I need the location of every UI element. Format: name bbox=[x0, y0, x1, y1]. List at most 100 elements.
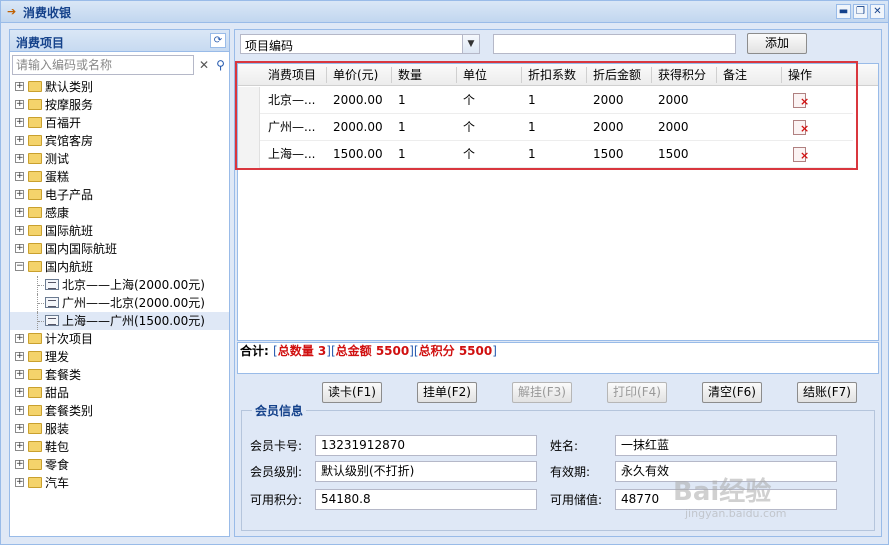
expand-icon[interactable]: + bbox=[15, 244, 24, 253]
tree-node[interactable]: + 感康 bbox=[10, 204, 229, 222]
expand-icon[interactable]: + bbox=[15, 478, 24, 487]
expand-icon[interactable]: + bbox=[15, 172, 24, 181]
collapse-icon[interactable]: − bbox=[15, 262, 24, 271]
expand-icon[interactable]: + bbox=[15, 442, 24, 451]
name-field[interactable]: 一抹红蓝 bbox=[615, 435, 837, 456]
tree-node[interactable]: + 套餐类别 bbox=[10, 402, 229, 420]
tree-node[interactable]: + 国内国际航班 bbox=[10, 240, 229, 258]
tree-node[interactable]: + 甜品 bbox=[10, 384, 229, 402]
tree-leaf[interactable]: 广州——北京(2000.00元) bbox=[10, 294, 229, 312]
tree-node-label: 服装 bbox=[45, 422, 70, 436]
folder-icon bbox=[28, 99, 42, 110]
tree-node[interactable]: + 默认类别 bbox=[10, 78, 229, 96]
chevron-down-icon[interactable]: ▼ bbox=[462, 35, 479, 53]
item-icon bbox=[45, 297, 59, 308]
expand-icon[interactable]: + bbox=[15, 226, 24, 235]
print-button[interactable]: 打印(F4) bbox=[607, 382, 667, 403]
refresh-icon[interactable]: ⟳ bbox=[210, 33, 226, 48]
search-icon[interactable]: ⚲ bbox=[213, 57, 228, 73]
panel-header: 消费项目 ⟳ bbox=[10, 30, 229, 52]
card-number-field[interactable]: 13231912870 bbox=[315, 435, 537, 456]
item-search-input[interactable]: 请输入编码或名称 bbox=[12, 55, 194, 75]
item-code-input[interactable] bbox=[493, 34, 736, 54]
read-card-button[interactable]: 读卡(F1) bbox=[322, 382, 382, 403]
expand-icon[interactable]: + bbox=[15, 352, 24, 361]
item-icon bbox=[45, 279, 59, 290]
watermark-sub: jingyan.baidu.com bbox=[685, 507, 787, 520]
tree-node[interactable]: + 汽车 bbox=[10, 474, 229, 492]
expand-icon[interactable]: + bbox=[15, 460, 24, 469]
tree-node[interactable]: − 国内航班 bbox=[10, 258, 229, 276]
baidu-watermark: Bai经验 jingyan.baidu.com bbox=[673, 471, 833, 521]
minimize-button[interactable]: ▬ bbox=[836, 4, 851, 19]
tree-node-label: 甜品 bbox=[45, 386, 70, 400]
expand-icon[interactable]: + bbox=[15, 208, 24, 217]
tree-leaf-label: 广州——北京(2000.00元) bbox=[62, 296, 205, 310]
tree-node[interactable]: + 套餐类 bbox=[10, 366, 229, 384]
cart-grid: 消费项目 单价(元) 数量 单位 折扣系数 折后金额 获得积分 备注 操作 北京—... 2000… bbox=[235, 61, 879, 341]
summary-bar: 合计: [总数量 3][总金额 5500][总积分 5500] bbox=[237, 342, 879, 374]
expand-icon[interactable]: + bbox=[15, 334, 24, 343]
tree-node[interactable]: + 宾馆客房 bbox=[10, 132, 229, 150]
tree-node-label: 蛋糕 bbox=[45, 170, 70, 184]
expand-icon[interactable]: + bbox=[15, 154, 24, 163]
watermark-text: Bai经验 bbox=[673, 477, 772, 507]
tree-node[interactable]: + 国际航班 bbox=[10, 222, 229, 240]
folder-icon bbox=[28, 135, 42, 146]
folder-icon bbox=[28, 441, 42, 452]
checkout-button[interactable]: 结账(F7) bbox=[797, 382, 857, 403]
tree-node-label: 宾馆客房 bbox=[45, 134, 94, 148]
tree-node[interactable]: + 计次项目 bbox=[10, 330, 229, 348]
folder-icon bbox=[28, 207, 42, 218]
clear-button[interactable]: 清空(F6) bbox=[702, 382, 762, 403]
expand-icon[interactable]: + bbox=[15, 100, 24, 109]
tree-node[interactable]: + 蛋糕 bbox=[10, 168, 229, 186]
window-titlebar: ➔ 消费收银 ▬ ❐ ✕ bbox=[1, 1, 888, 23]
app-icon: ➔ bbox=[7, 5, 17, 18]
item-icon bbox=[45, 315, 59, 326]
folder-icon bbox=[28, 153, 42, 164]
clear-search-icon[interactable]: ✕ bbox=[197, 57, 211, 73]
folder-icon bbox=[28, 351, 42, 362]
expand-icon[interactable]: + bbox=[15, 136, 24, 145]
folder-icon bbox=[28, 189, 42, 200]
total-points-label: 总积分 bbox=[418, 344, 455, 358]
expand-icon[interactable]: + bbox=[15, 118, 24, 127]
available-points-label: 可用积分: bbox=[250, 493, 303, 507]
search-field-value: 项目编码 bbox=[245, 39, 294, 53]
folder-icon bbox=[28, 387, 42, 398]
unhold-order-button[interactable]: 解挂(F3) bbox=[512, 382, 572, 403]
member-level-field[interactable]: 默认级别(不打折) bbox=[315, 461, 537, 482]
tree-node-label: 感康 bbox=[45, 206, 70, 220]
expand-icon[interactable]: + bbox=[15, 370, 24, 379]
tree-node-label: 鞋包 bbox=[45, 440, 70, 454]
tree-node[interactable]: + 服装 bbox=[10, 420, 229, 438]
tree-leaf[interactable]: 上海——广州(1500.00元) bbox=[10, 312, 229, 330]
available-points-field[interactable]: 54180.8 bbox=[315, 489, 537, 510]
hold-order-button[interactable]: 挂单(F2) bbox=[417, 382, 477, 403]
tree-node[interactable]: + 百福开 bbox=[10, 114, 229, 132]
expand-icon[interactable]: + bbox=[15, 388, 24, 397]
tree-node[interactable]: + 电子产品 bbox=[10, 186, 229, 204]
expand-icon[interactable]: + bbox=[15, 82, 24, 91]
folder-icon bbox=[28, 423, 42, 434]
total-points-value: 5500 bbox=[458, 344, 493, 358]
total-amount-label: 总金额 bbox=[335, 344, 372, 358]
cashier-window: ➔ 消费收银 ▬ ❐ ✕ 消费项目 ⟳ 请输入编码或名称 ✕ ⚲ + 默认类别 + 按… bbox=[0, 0, 889, 545]
window-title: 消费收银 bbox=[23, 6, 72, 20]
maximize-button[interactable]: ❐ bbox=[853, 4, 868, 19]
expand-icon[interactable]: + bbox=[15, 190, 24, 199]
search-field-select[interactable]: 项目编码 ▼ bbox=[240, 34, 480, 54]
expand-icon[interactable]: + bbox=[15, 424, 24, 433]
tree-node[interactable]: + 零食 bbox=[10, 456, 229, 474]
tree-leaf[interactable]: 北京——上海(2000.00元) bbox=[10, 276, 229, 294]
add-button[interactable]: 添加 bbox=[747, 33, 807, 54]
expand-icon[interactable]: + bbox=[15, 406, 24, 415]
folder-icon bbox=[28, 117, 42, 128]
close-button[interactable]: ✕ bbox=[870, 4, 885, 19]
tree-node[interactable]: + 鞋包 bbox=[10, 438, 229, 456]
tree-node[interactable]: + 测试 bbox=[10, 150, 229, 168]
tree-node[interactable]: + 理发 bbox=[10, 348, 229, 366]
summary-label: 合计: bbox=[240, 344, 269, 358]
tree-node[interactable]: + 按摩服务 bbox=[10, 96, 229, 114]
